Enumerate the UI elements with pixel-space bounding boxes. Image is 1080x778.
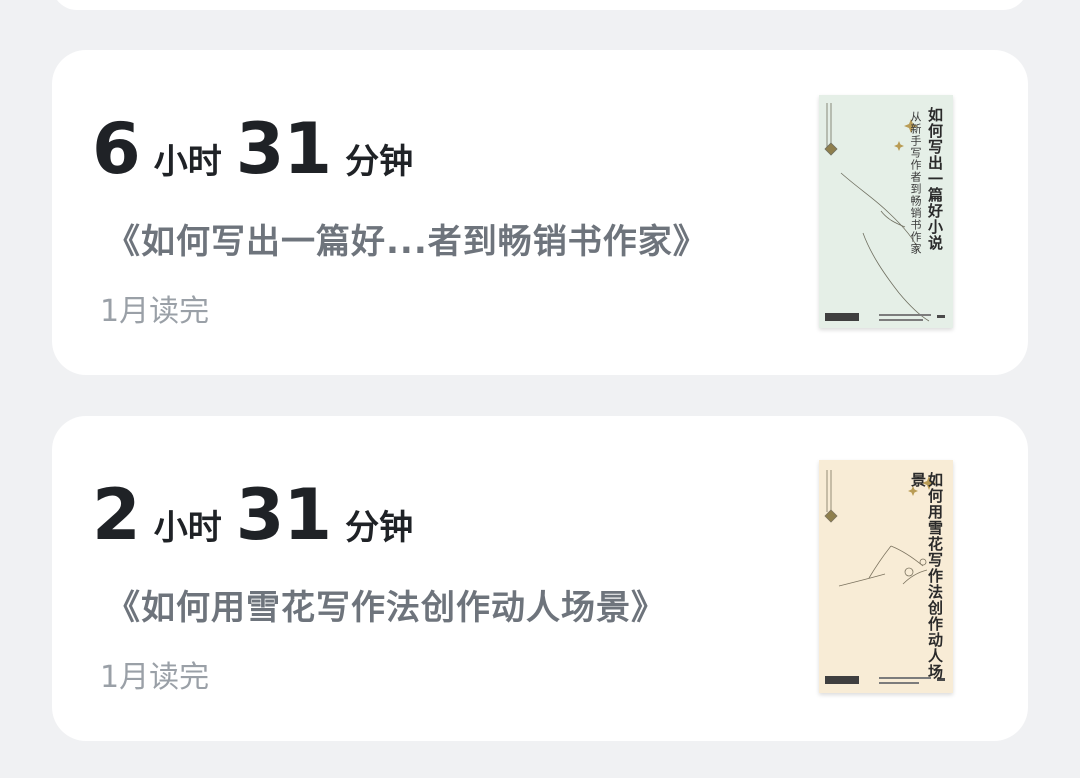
hours-value: 6 <box>92 108 141 190</box>
book-cover[interactable]: 如何用雪花写作法创作动人场景 <box>819 460 953 693</box>
cover-subtitle: 从新手写作者到畅销书作家 <box>909 111 922 255</box>
hours-unit: 小时 <box>153 142 222 182</box>
cover-title: 如何用雪花写作法创作动人场景 <box>909 472 944 680</box>
reading-record-card[interactable]: 2 小时 31 分钟 《如何用雪花写作法创作动人场景》 1月读完 如何用雪花写作… <box>52 416 1028 741</box>
hours-value: 2 <box>92 474 141 556</box>
minutes-value: 31 <box>235 474 332 556</box>
reading-duration: 2 小时 31 分钟 <box>92 480 427 550</box>
minutes-value: 31 <box>235 108 332 190</box>
previous-card[interactable] <box>52 0 1028 10</box>
reading-duration: 6 小时 31 分钟 <box>92 114 427 184</box>
finish-status: 1月读完 <box>100 294 210 329</box>
hours-unit: 小时 <box>153 508 222 548</box>
reading-record-card[interactable]: 6 小时 31 分钟 《如何写出一篇好...者到畅销书作家》 1月读完 如何写出… <box>52 50 1028 375</box>
book-title[interactable]: 《如何用雪花写作法创作动人场景》 <box>106 580 666 629</box>
book-title[interactable]: 《如何写出一篇好...者到畅销书作家》 <box>106 214 708 263</box>
book-cover[interactable]: 如何写出一篇好小说 从新手写作者到畅销书作家 <box>819 95 953 328</box>
minutes-unit: 分钟 <box>345 508 414 548</box>
cover-title: 如何写出一篇好小说 <box>926 107 944 251</box>
minutes-unit: 分钟 <box>345 142 414 182</box>
finish-status: 1月读完 <box>100 660 210 695</box>
